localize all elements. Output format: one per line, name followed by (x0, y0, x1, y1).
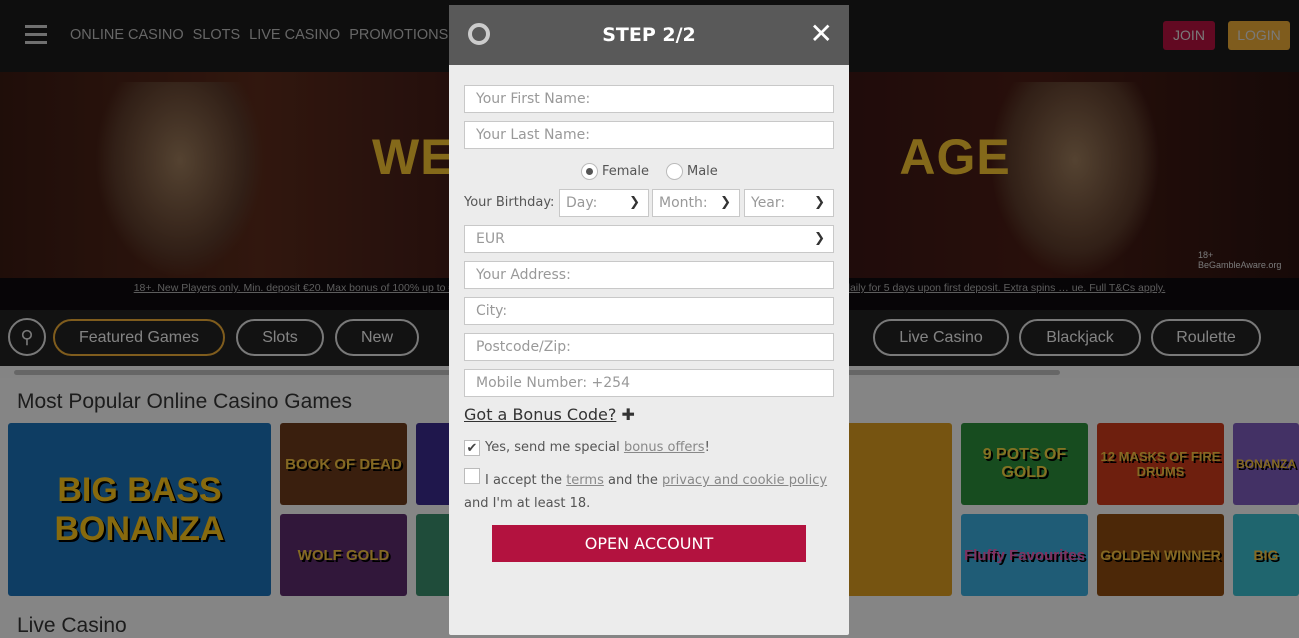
accept-terms-label: I accept the terms and the privacy and c… (464, 473, 828, 511)
last-name-input[interactable]: Your Last Name: (464, 121, 834, 149)
terms-link[interactable]: terms (566, 473, 604, 488)
male-label: Male (687, 164, 718, 179)
mobile-input[interactable]: Mobile Number: +254 (464, 369, 834, 397)
city-input[interactable]: City: (464, 297, 834, 325)
day-select[interactable]: Day: ❯ (559, 189, 649, 217)
bonus-code-toggle[interactable]: Got a Bonus Code? ✚ (464, 405, 635, 424)
plus-icon: ✚ (621, 405, 635, 424)
female-label: Female (602, 164, 650, 179)
modal-title: STEP 2/2 (602, 24, 696, 46)
open-account-button[interactable]: OPEN ACCOUNT (492, 525, 806, 562)
bonus-offers-label: Yes, send me special bonus offers! (485, 440, 710, 455)
privacy-policy-link[interactable]: privacy and cookie policy (662, 473, 827, 488)
bonus-offers-link[interactable]: bonus offers (624, 440, 705, 455)
modal-header: STEP 2/2 ✕ (449, 5, 849, 65)
bonus-offers-checkbox[interactable]: ✔ (464, 440, 480, 456)
birthday-label: Your Birthday: (464, 195, 555, 210)
first-name-input[interactable]: Your First Name: (464, 85, 834, 113)
chevron-down-icon: ❯ (814, 231, 825, 246)
month-select[interactable]: Month: ❯ (652, 189, 740, 217)
year-select[interactable]: Year: ❯ (744, 189, 834, 217)
address-input[interactable]: Your Address: (464, 261, 834, 289)
close-icon[interactable]: ✕ (810, 19, 833, 49)
chevron-down-icon: ❯ (629, 195, 640, 210)
currency-select[interactable]: EUR ❯ (464, 225, 834, 253)
registration-modal: STEP 2/2 ✕ Your First Name: Your Last Na… (449, 5, 849, 635)
chevron-down-icon: ❯ (814, 195, 825, 210)
female-radio[interactable] (581, 163, 598, 180)
male-radio[interactable] (666, 163, 683, 180)
chevron-down-icon: ❯ (720, 195, 731, 210)
postcode-input[interactable]: Postcode/Zip: (464, 333, 834, 361)
